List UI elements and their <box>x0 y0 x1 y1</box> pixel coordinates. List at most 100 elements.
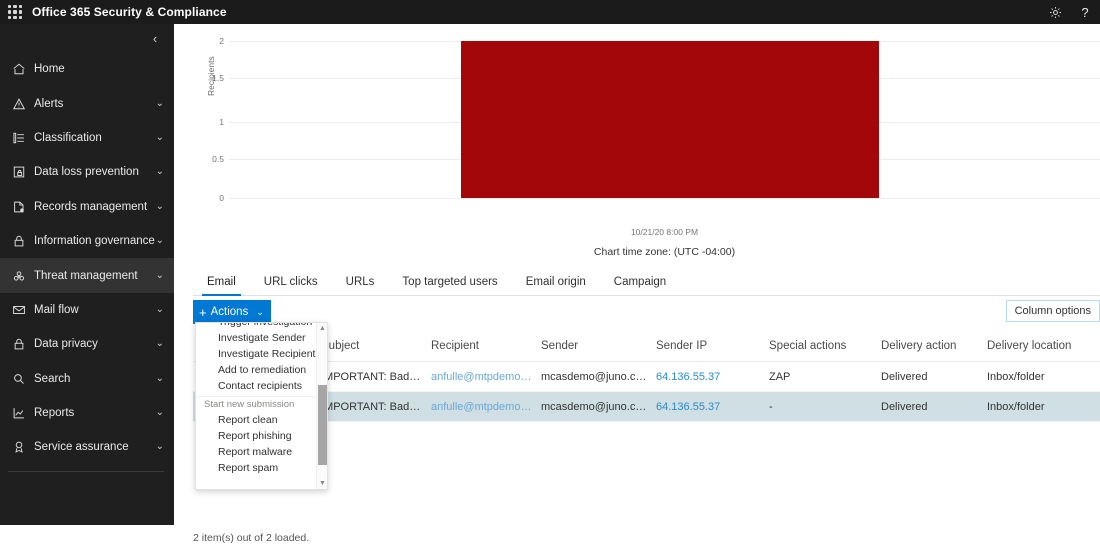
sidebar-item-alerts[interactable]: Alerts ⌄ <box>0 86 174 120</box>
tab-label: URLs <box>345 275 375 288</box>
tab-label: Email <box>207 275 236 288</box>
menu-item-report-phishing[interactable]: Report phishing <box>196 428 316 444</box>
sidebar-item-label: Search <box>34 372 71 385</box>
row-delivery-location: Inbox/folder <box>987 400 1045 413</box>
sidebar-item-mail-flow[interactable]: Mail flow ⌄ <box>0 293 174 327</box>
chevron-left-icon[interactable]: ‹ <box>146 32 164 45</box>
subject-header[interactable]: Subject <box>321 340 431 352</box>
menu-item-report-clean[interactable]: Report clean <box>196 412 316 428</box>
scroll-up-arrow-icon[interactable]: ▲ <box>317 323 327 334</box>
scrollbar-thumb[interactable] <box>318 385 327 465</box>
chevron-down-icon[interactable]: ⌄ <box>156 408 164 418</box>
envelope-icon <box>9 302 29 318</box>
delivery-location-header[interactable]: Delivery location <box>987 340 1100 352</box>
actions-menu-scrollbar[interactable]: ▲ ▼ <box>316 323 327 489</box>
row-sender-ip-link[interactable]: 64.136.55.37 <box>656 371 769 383</box>
data-loss-prevention-icon <box>9 164 29 180</box>
recipient-header[interactable]: Recipient <box>431 340 541 352</box>
menu-item-investigate-sender[interactable]: Investigate Sender <box>196 330 316 346</box>
chevron-down-icon[interactable]: ⌄ <box>156 373 164 384</box>
tab-email-origin[interactable]: Email origin <box>512 268 600 295</box>
delivery-action-header[interactable]: Delivery action <box>881 340 987 352</box>
menu-item-report-malware[interactable]: Report malware <box>196 444 316 460</box>
chevron-down-icon[interactable]: ⌄ <box>156 132 164 143</box>
row-sender: mcasdemo@juno.com <box>541 400 651 413</box>
lock-icon <box>9 233 29 249</box>
sidebar-item-reports[interactable]: Reports ⌄ <box>0 396 174 430</box>
email-results-table: Subject Recipient Sender Sender IP Speci… <box>193 330 1100 422</box>
tab-campaign[interactable]: Campaign <box>600 268 680 295</box>
chevron-down-icon[interactable]: ⌄ <box>156 270 164 281</box>
actions-button[interactable]: + Actions ⌄ <box>193 300 271 324</box>
records-management-icon <box>9 199 29 215</box>
command-bar: + Actions ⌄ Column options Trigger inves… <box>193 300 1100 490</box>
sidebar-item-label: Data privacy <box>34 338 98 351</box>
sidebar-item-information-governance[interactable]: Information governance ⌄ <box>0 224 174 258</box>
suite-bar-actions: ? <box>1040 0 1100 24</box>
sender-header[interactable]: Sender <box>541 340 656 352</box>
menu-item-add-to-remediation[interactable]: Add to remediation <box>196 362 316 378</box>
menu-item-contact-recipients[interactable]: Contact recipients <box>196 378 316 394</box>
sidebar-item-data-privacy[interactable]: Data privacy ⌄ <box>0 327 174 361</box>
tab-label: Email origin <box>525 275 586 288</box>
table-row[interactable]: IMPORTANT: Bad Shiney - ... anfulle@mtpd… <box>193 392 1100 422</box>
y-tick-label: 0 <box>219 193 224 203</box>
sidebar-item-search[interactable]: Search ⌄ <box>0 362 174 396</box>
gear-icon[interactable] <box>1040 0 1070 24</box>
row-subject: IMPORTANT: Bad Shiney - ... <box>321 400 431 413</box>
row-sender-ip-link[interactable]: 64.136.55.37 <box>656 401 769 413</box>
menu-item-trigger-investigation[interactable]: Trigger investigation <box>196 323 316 330</box>
row-recipient-link[interactable]: anfulle@mtpdemos.net <box>431 401 541 413</box>
sidebar-item-label: Alerts <box>34 97 64 110</box>
table-row[interactable]: IMPORTANT: Bad Shiney - ... anfulle@mtpd… <box>193 362 1100 392</box>
chevron-down-icon[interactable]: ⌄ <box>156 201 164 212</box>
plus-icon: + <box>199 304 207 320</box>
sidebar-item-data-loss-prevention[interactable]: Data loss prevention ⌄ <box>0 155 174 189</box>
row-special-actions: - <box>769 400 773 413</box>
tab-email[interactable]: Email <box>193 268 250 296</box>
sender-ip-header[interactable]: Sender IP <box>656 340 769 352</box>
tab-url-clicks[interactable]: URL clicks <box>250 268 332 295</box>
actions-button-label: Actions <box>210 306 249 318</box>
chevron-down-icon[interactable]: ⌄ <box>156 304 164 315</box>
help-icon[interactable]: ? <box>1070 0 1100 24</box>
row-recipient-link[interactable]: anfulle@mtpdemos.net <box>431 371 541 383</box>
menu-item-report-spam[interactable]: Report spam <box>196 460 316 476</box>
actions-menu-list: Trigger investigation Investigate Sender… <box>196 323 316 476</box>
chevron-down-icon[interactable]: ⌄ <box>156 98 164 109</box>
column-options-button[interactable]: Column options <box>1005 300 1100 322</box>
special-actions-header[interactable]: Special actions <box>769 340 881 352</box>
sidebar-item-label: Reports <box>34 407 75 420</box>
row-delivery-action: Delivered <box>881 400 928 413</box>
row-delivery-action: Delivered <box>881 370 928 383</box>
scroll-down-arrow-icon[interactable]: ▼ <box>317 478 327 489</box>
chevron-down-icon[interactable]: ⌄ <box>156 339 164 349</box>
chevron-down-icon[interactable]: ⌄ <box>156 236 164 246</box>
sidebar-collapse-row: ‹ <box>0 24 174 52</box>
menu-item-investigate-recipient[interactable]: Investigate Recipient <box>196 346 316 362</box>
sidebar-item-home[interactable]: Home <box>0 52 174 86</box>
tab-label: Campaign <box>613 275 667 288</box>
sidebar-item-service-assurance[interactable]: Service assurance ⌄ <box>0 430 174 464</box>
biohazard-icon <box>9 268 29 284</box>
chevron-down-icon[interactable]: ⌄ <box>156 167 164 177</box>
chevron-down-icon[interactable]: ⌄ <box>156 442 164 452</box>
sidebar-item-label: Classification <box>34 131 102 144</box>
actions-dropdown-menu: Trigger investigation Investigate Sender… <box>195 322 328 490</box>
row-sender: mcasdemo@juno.com <box>541 370 651 383</box>
tab-label: Top targeted users <box>402 275 498 288</box>
tab-urls[interactable]: URLs <box>332 268 389 295</box>
sidebar-item-threat-management[interactable]: Threat management ⌄ <box>0 258 174 293</box>
waffle-icon[interactable] <box>8 5 22 19</box>
sidebar-item-classification[interactable]: Classification ⌄ <box>0 121 174 155</box>
chart-bar[interactable] <box>461 41 879 198</box>
y-tick-label: 2 <box>219 36 224 46</box>
sidebar-item-label: Records management <box>34 200 148 213</box>
sidebar-item-label: Information governance <box>34 235 155 248</box>
y-tick-label: 0.5 <box>212 154 224 164</box>
column-options-label: Column options <box>1014 305 1091 317</box>
left-navigation: ‹ Home Alerts ⌄ Classification ⌄ Data lo… <box>0 24 174 525</box>
tab-top-targeted-users[interactable]: Top targeted users <box>388 268 511 295</box>
table-header-row: Subject Recipient Sender Sender IP Speci… <box>193 330 1100 362</box>
sidebar-item-records-management[interactable]: Records management ⌄ <box>0 190 174 224</box>
